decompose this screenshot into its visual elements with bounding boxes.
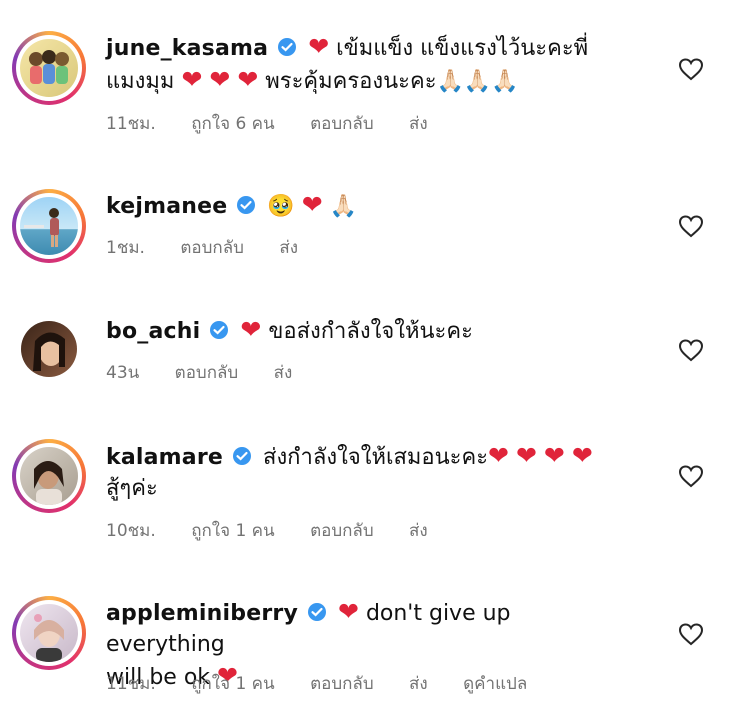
prayer-emoji: 🙏🏻 <box>329 194 358 219</box>
heart-emoji: ❤ <box>488 441 509 470</box>
timestamp: 11ชม. <box>106 114 156 134</box>
avatar-story-ring[interactable] <box>12 189 86 263</box>
reply-button[interactable]: ตอบกลับ <box>310 114 374 134</box>
portrait-photo-image <box>34 614 64 662</box>
comment-meta: 11ชม. ถูกใจ 6 คน ตอบกลับ ส่ง <box>106 110 458 137</box>
heart-outline-icon[interactable] <box>678 622 704 646</box>
comment-text: kejmanee 🥹 ❤ 🙏🏻 <box>106 189 626 222</box>
comment-text-line2: แมงมุม <box>106 69 175 94</box>
verified-badge-icon <box>307 603 326 621</box>
heart-emoji: ❤ <box>308 32 330 61</box>
heart-emoji: ❤ <box>301 190 323 219</box>
comment-meta: 10ชม. ถูกใจ 1 คน ตอบกลับ ส่ง <box>106 517 458 544</box>
verified-badge-icon <box>210 321 229 339</box>
send-button[interactable]: ส่ง <box>409 674 428 694</box>
comment-text-line1: ส่งกำลังใจให้เสมอนะคะ <box>263 445 489 470</box>
timestamp: 43น <box>106 363 140 383</box>
comment-text-line2b: พระคุ้มครองนะคะ <box>265 69 437 94</box>
username[interactable]: june_kasama <box>106 36 268 61</box>
send-button[interactable]: ส่ง <box>274 363 293 383</box>
comment-text-body: ขอส่งกำลังใจให้นะคะ <box>268 319 473 344</box>
comment-meta: 1ชม. ตอบกลับ ส่ง <box>106 234 328 261</box>
comment-text-line1: เข้มแข็ง แข็งแรงไว้นะคะพี่ <box>336 36 589 61</box>
comment-text: bo_achi ❤ ขอส่งกำลังใจให้นะคะ <box>106 314 626 347</box>
verified-badge-icon <box>237 196 256 214</box>
heart-emoji: ❤ <box>337 597 359 626</box>
heart-outline-icon[interactable] <box>678 57 704 81</box>
pleading-emoji: 🥹 <box>267 194 295 219</box>
comment-meta: 43น ตอบกลับ ส่ง <box>106 359 322 386</box>
reply-button[interactable]: ตอบกลับ <box>180 238 244 258</box>
username[interactable]: appleminiberry <box>106 601 298 626</box>
avatar <box>20 39 78 97</box>
portrait-photo-image <box>34 461 64 505</box>
cartoon-avatar-image <box>29 50 69 84</box>
reply-button[interactable]: ตอบกลับ <box>175 363 239 383</box>
username[interactable]: kalamare <box>106 445 223 470</box>
avatar <box>20 197 78 255</box>
heart-emoji: ❤ <box>237 65 259 94</box>
heart-emoji: ❤ <box>209 65 231 94</box>
avatar-story-ring[interactable] <box>12 596 86 670</box>
send-button[interactable]: ส่ง <box>409 114 428 134</box>
likes-count[interactable]: ถูกใจ 1 คน <box>191 521 274 541</box>
comment-meta: 11ชม. ถูกใจ 1 คน ตอบกลับ ส่ง ดูคำแปล <box>106 670 557 697</box>
timestamp: 1ชม. <box>106 238 145 258</box>
portrait-photo-image <box>33 332 65 371</box>
username[interactable]: bo_achi <box>106 319 200 344</box>
heart-outline-icon[interactable] <box>678 338 704 362</box>
verified-badge-icon <box>278 38 297 56</box>
heart-outline-icon[interactable] <box>678 214 704 238</box>
heart-emoji: ❤ <box>543 441 565 470</box>
heart-emoji: ❤ <box>515 441 537 470</box>
username[interactable]: kejmanee <box>106 194 227 219</box>
avatar <box>20 447 78 505</box>
translate-button[interactable]: ดูคำแปล <box>463 674 527 694</box>
likes-count[interactable]: ถูกใจ 1 คน <box>191 674 274 694</box>
beach-photo-image <box>24 208 59 247</box>
avatar <box>20 604 78 662</box>
heart-emoji: ❤ <box>571 441 593 470</box>
comment-text: kalamare ส่งกำลังใจให้เสมอนะคะ❤ ❤ ❤ ❤ สู… <box>106 440 626 504</box>
comment-text-line2: สู้ๆค่ะ <box>106 476 158 501</box>
avatar-story-ring[interactable] <box>12 439 86 513</box>
avatar <box>21 321 77 377</box>
comment-text: june_kasama ❤ เข้มแข็ง แข็งแรงไว้นะคะพี่… <box>106 31 626 97</box>
timestamp: 10ชม. <box>106 521 156 541</box>
send-button[interactable]: ส่ง <box>279 238 298 258</box>
verified-badge-icon <box>233 447 252 465</box>
reply-button[interactable]: ตอบกลับ <box>310 521 374 541</box>
likes-count[interactable]: ถูกใจ 6 คน <box>191 114 274 134</box>
heart-outline-icon[interactable] <box>678 464 704 488</box>
avatar-container[interactable] <box>12 312 86 386</box>
prayer-emoji: 🙏🏻🙏🏻🙏🏻 <box>436 69 519 94</box>
timestamp: 11ชม. <box>106 674 156 694</box>
avatar-story-ring[interactable] <box>12 31 86 105</box>
heart-emoji: ❤ <box>181 65 203 94</box>
reply-button[interactable]: ตอบกลับ <box>310 674 374 694</box>
heart-emoji: ❤ <box>240 315 262 344</box>
send-button[interactable]: ส่ง <box>409 521 428 541</box>
